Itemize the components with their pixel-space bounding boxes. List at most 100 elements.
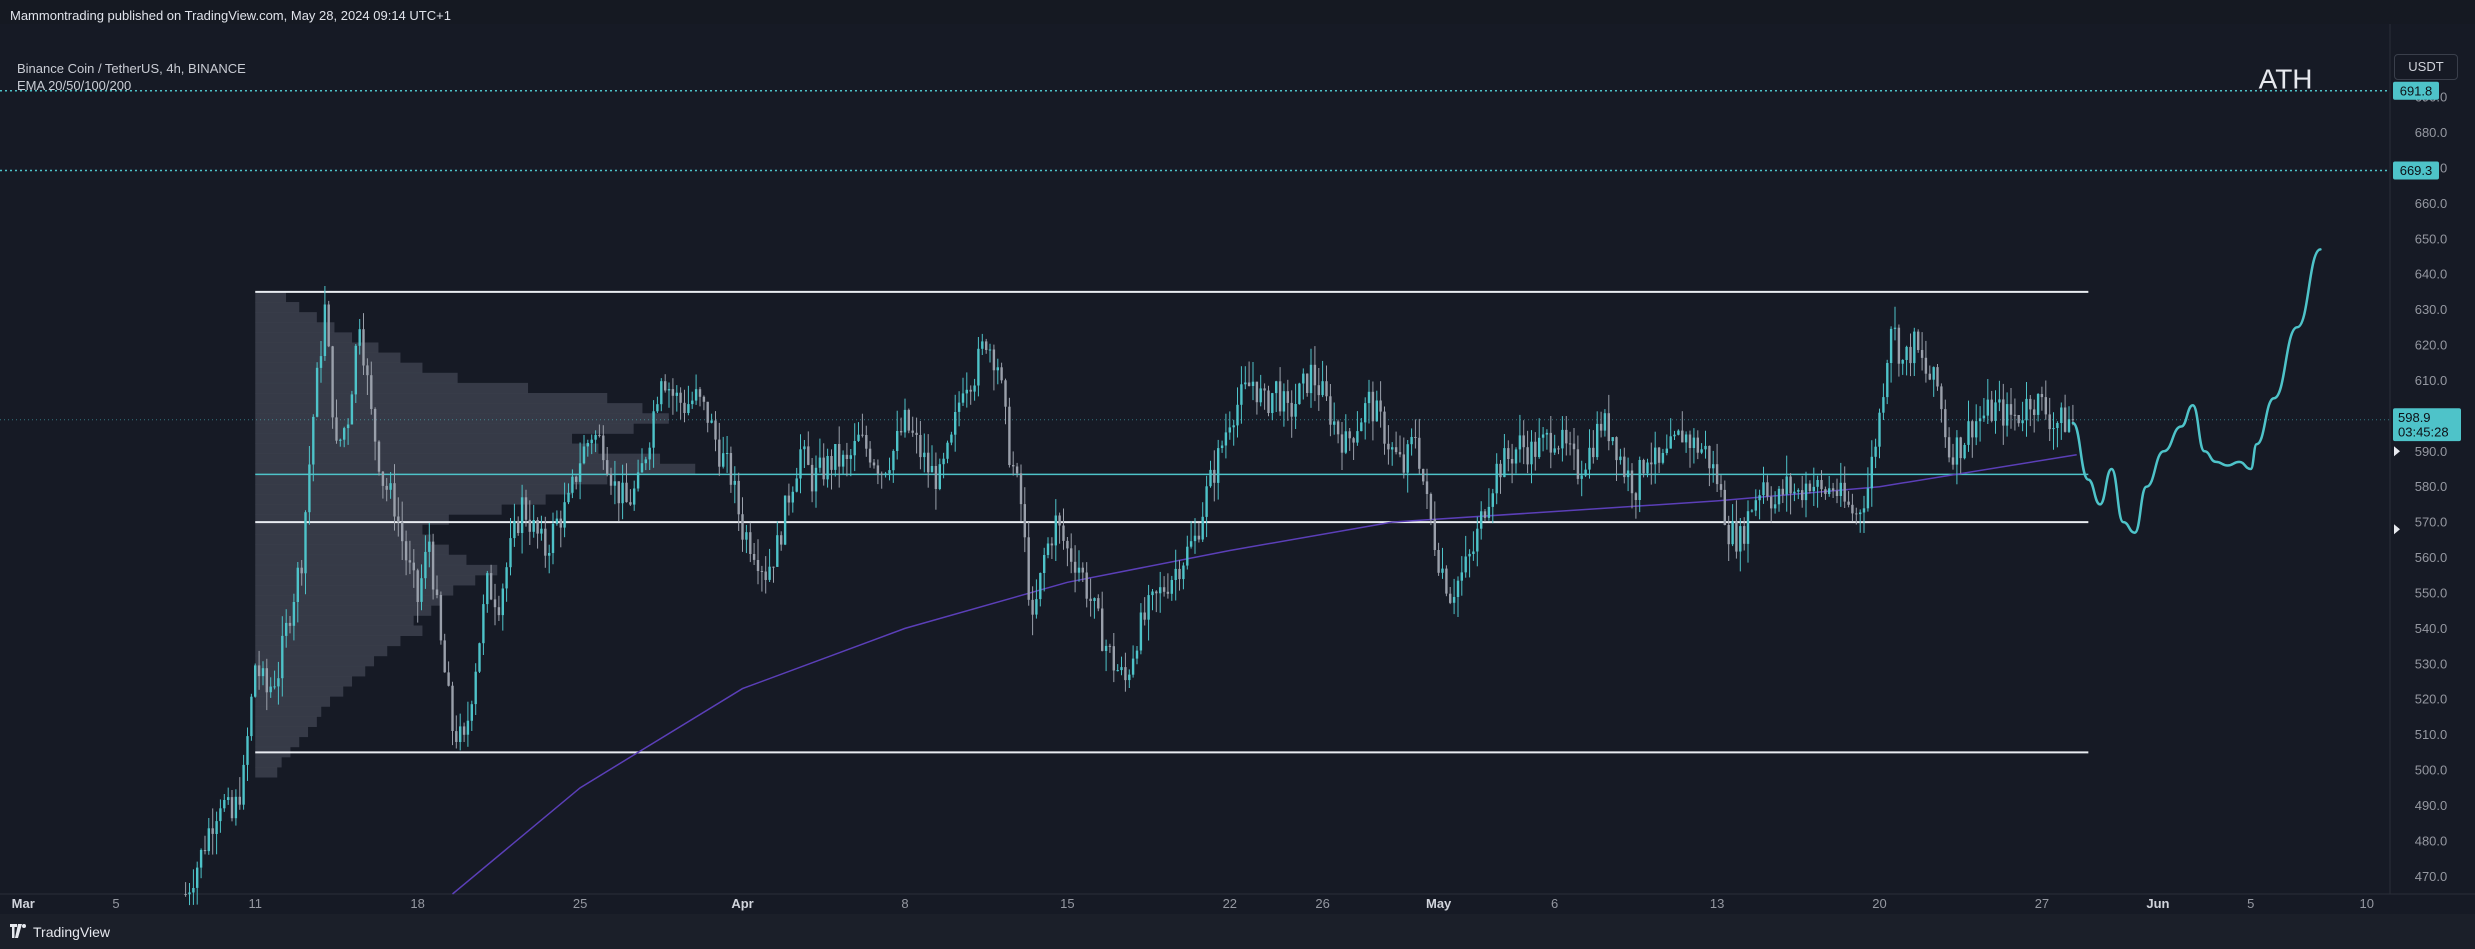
candle-body (915, 432, 918, 435)
candle-body (1286, 391, 1289, 403)
candle-body (725, 453, 729, 454)
candle-body (845, 454, 849, 459)
candle-body (393, 483, 396, 517)
candle-body (838, 444, 841, 467)
volume-profile-row (255, 716, 317, 727)
candle-body (428, 541, 431, 552)
candle-body (927, 452, 930, 473)
volume-profile-row (255, 302, 300, 313)
candle-body (1263, 388, 1266, 391)
candle-body (1468, 553, 1471, 557)
candle-body (373, 409, 377, 442)
candle-body (1897, 327, 1901, 364)
candle-body (358, 329, 361, 346)
candle-body (1483, 511, 1487, 518)
candle-body (207, 828, 210, 852)
tradingview-brand[interactable]: TradingView (33, 924, 110, 940)
candle-body (1445, 568, 1448, 594)
candle-body (219, 808, 222, 822)
candle-body (1766, 482, 1769, 497)
price-tick-label: 580.0 (2415, 479, 2448, 494)
candle-body (269, 686, 272, 693)
candle-body (1507, 448, 1510, 459)
candle-body (710, 420, 713, 423)
volume-profile-row (255, 514, 449, 525)
candle-body (1186, 546, 1189, 566)
candle-body (1112, 646, 1115, 671)
candle-body (868, 448, 872, 463)
candle-body (888, 470, 891, 474)
candle-body (1855, 513, 1858, 515)
candle-body (435, 589, 439, 595)
candle-body (2017, 415, 2020, 424)
symbol-title[interactable]: Binance Coin / TetherUS, 4h, BINANCE (17, 60, 246, 77)
candle-body (1704, 445, 1707, 450)
candle-body (644, 459, 647, 464)
candle-body (683, 402, 686, 413)
candle-body (1580, 475, 1583, 479)
candle-body (648, 447, 651, 460)
price-chart[interactable]: ATH 470.0 480.0 490.0 500.0 510.0 520.0 530.0 54… (0, 24, 2475, 914)
volume-profile-row (255, 767, 278, 778)
volume-profile-row (255, 595, 441, 606)
candle-body (412, 562, 415, 571)
candle-body (664, 381, 667, 391)
candle-body (1886, 363, 1889, 398)
volume-profile-row (255, 473, 608, 485)
volume-profile-row (255, 362, 423, 374)
candle-body (1066, 540, 1069, 549)
candle-body (1913, 331, 1916, 364)
time-tick-label: 26 (1315, 896, 1329, 911)
candle-body (1360, 422, 1363, 432)
candle-body (1843, 482, 1846, 502)
price-tick-label: 490.0 (2415, 798, 2448, 813)
candle-body (667, 389, 671, 391)
candle-body (489, 573, 493, 600)
candle-body (1054, 515, 1057, 546)
candle-body (1410, 437, 1413, 445)
time-tick-label: 6 (1551, 896, 1558, 911)
candle-body (188, 892, 191, 895)
candle-body (722, 453, 725, 467)
volume-profile-row (255, 524, 423, 535)
indicator-label[interactable]: EMA 20/50/100/200 (17, 77, 246, 94)
candle-body (892, 451, 895, 471)
candle-body (1070, 548, 1073, 562)
candle-body (343, 428, 346, 440)
candle-body (640, 463, 644, 473)
candle-body (1147, 595, 1150, 620)
candle-body (2036, 394, 2040, 415)
candle-body (942, 458, 945, 465)
candle-body (1878, 412, 1881, 447)
candle-body (714, 420, 717, 440)
candle-body (1549, 432, 1552, 453)
candle-body (1681, 430, 1684, 443)
candle-body (1793, 491, 1796, 494)
candle-body (2005, 404, 2009, 426)
candle-body (1232, 425, 1235, 428)
candle-body (1673, 434, 1676, 437)
candle-body (896, 431, 899, 451)
price-tick-label: 480.0 (2415, 833, 2448, 848)
volume-profile-row (255, 504, 502, 515)
candle-body (1004, 380, 1007, 407)
candle-body (1808, 483, 1812, 492)
candle-body (2013, 414, 2017, 416)
candle-body (1638, 460, 1641, 500)
candle-body (621, 482, 624, 504)
candle-body (1441, 568, 1444, 573)
volume-profile-row (255, 494, 546, 505)
candle-body (1731, 521, 1734, 545)
volume-profile-row (255, 554, 467, 566)
currency-button[interactable]: USDT (2394, 54, 2458, 80)
candle-body (1665, 448, 1668, 453)
price-tick-label: 530.0 (2415, 656, 2448, 671)
candle-body (911, 430, 914, 433)
candle-body (679, 392, 682, 403)
candle-body (1917, 331, 1920, 350)
candle-body (1727, 525, 1730, 545)
candle-body (540, 528, 543, 534)
candle-body (799, 449, 802, 479)
chart-area[interactable]: ATH 470.0 480.0 490.0 500.0 510.0 520.0 530.0 54… (0, 24, 2475, 914)
candle-body (1371, 391, 1375, 422)
